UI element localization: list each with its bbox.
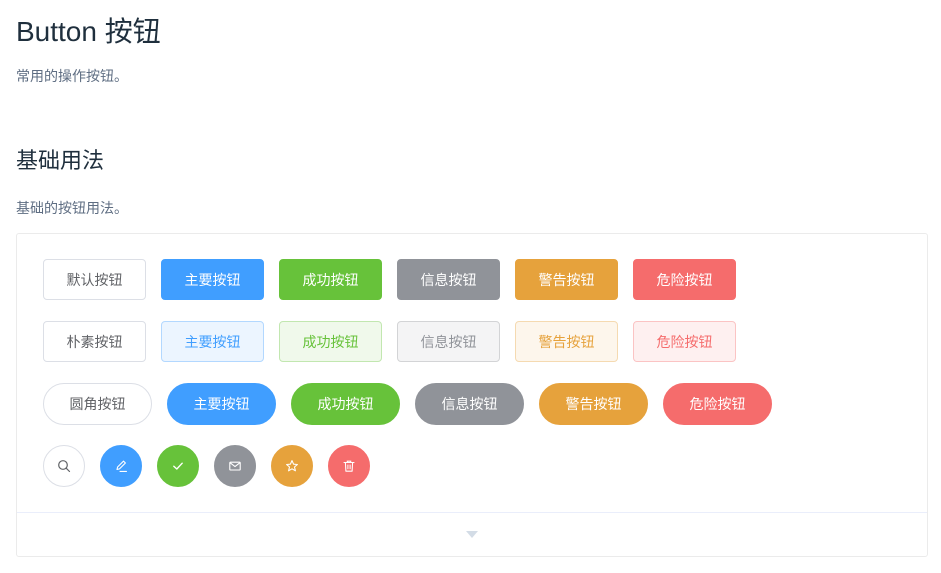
default-button[interactable]: 默认按钮 <box>43 259 146 300</box>
circle-message-button[interactable] <box>214 445 256 487</box>
demo-source: 默认按钮 主要按钮 成功按钮 信息按钮 警告按钮 危险按钮 朴素按钮 主要按钮 … <box>17 234 927 513</box>
plain-default-button[interactable]: 朴素按钮 <box>43 321 146 362</box>
message-icon <box>228 459 242 473</box>
plain-success-button[interactable]: 成功按钮 <box>279 321 382 362</box>
plain-primary-button[interactable]: 主要按钮 <box>161 321 264 362</box>
primary-button[interactable]: 主要按钮 <box>161 259 264 300</box>
success-button[interactable]: 成功按钮 <box>279 259 382 300</box>
circle-search-button[interactable] <box>43 445 85 487</box>
round-warning-button[interactable]: 警告按钮 <box>539 383 648 425</box>
check-icon <box>171 459 185 473</box>
expand-code-toggle[interactable] <box>17 512 927 556</box>
delete-icon <box>342 459 356 473</box>
page: Button 按钮 常用的操作按钮。 基础用法 基础的按钮用法。 默认按钮 主要… <box>0 0 941 573</box>
plain-warning-button[interactable]: 警告按钮 <box>515 321 618 362</box>
round-info-button[interactable]: 信息按钮 <box>415 383 524 425</box>
round-danger-button[interactable]: 危险按钮 <box>663 383 772 425</box>
search-icon <box>57 459 71 473</box>
section-title: 基础用法 <box>16 148 105 173</box>
basic-button-row: 默认按钮 主要按钮 成功按钮 信息按钮 警告按钮 危险按钮 <box>43 259 751 300</box>
edit-icon <box>114 459 128 473</box>
plain-info-button[interactable]: 信息按钮 <box>397 321 500 362</box>
section-description: 基础的按钮用法。 <box>16 200 128 216</box>
circle-button-row <box>43 445 385 487</box>
page-description: 常用的操作按钮。 <box>16 68 128 84</box>
info-button[interactable]: 信息按钮 <box>397 259 500 300</box>
circle-edit-button[interactable] <box>100 445 142 487</box>
circle-delete-button[interactable] <box>328 445 370 487</box>
plain-danger-button[interactable]: 危险按钮 <box>633 321 736 362</box>
circle-star-button[interactable] <box>271 445 313 487</box>
round-success-button[interactable]: 成功按钮 <box>291 383 400 425</box>
warning-button[interactable]: 警告按钮 <box>515 259 618 300</box>
plain-button-row: 朴素按钮 主要按钮 成功按钮 信息按钮 警告按钮 危险按钮 <box>43 321 751 362</box>
demo-block: 默认按钮 主要按钮 成功按钮 信息按钮 警告按钮 危险按钮 朴素按钮 主要按钮 … <box>16 233 928 557</box>
circle-check-button[interactable] <box>157 445 199 487</box>
caret-down-icon <box>466 531 478 538</box>
round-default-button[interactable]: 圆角按钮 <box>43 383 152 425</box>
page-title: Button 按钮 <box>16 16 161 47</box>
danger-button[interactable]: 危险按钮 <box>633 259 736 300</box>
round-primary-button[interactable]: 主要按钮 <box>167 383 276 425</box>
round-button-row: 圆角按钮 主要按钮 成功按钮 信息按钮 警告按钮 危险按钮 <box>43 383 787 425</box>
star-icon <box>285 459 299 473</box>
